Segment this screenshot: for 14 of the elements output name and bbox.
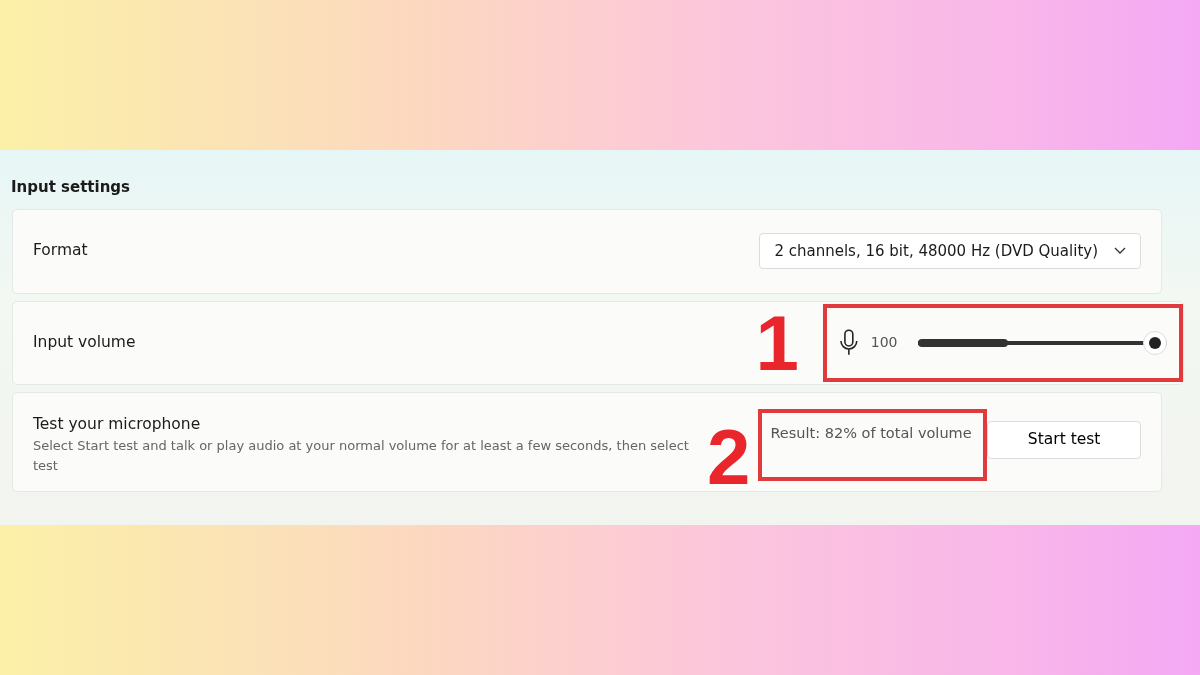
annotation-number: 2 [707, 417, 751, 496]
volume-reading: 100 [870, 333, 899, 352]
test-result: Result: 82% of total volume [770, 424, 972, 441]
microphone-icon [839, 328, 859, 357]
annotation-number: 1 [755, 303, 799, 382]
section-title: Input settings [11, 177, 131, 198]
slider-thumb[interactable] [1143, 330, 1167, 355]
setting-label: Format [33, 240, 88, 262]
chevron-down-icon [1114, 247, 1126, 255]
setting-label: Test your microphone [33, 413, 202, 435]
setting-label: Input volume [33, 331, 136, 353]
format-dropdown[interactable]: 2 channels, 16 bit, 48000 Hz (DVD Quality) [759, 232, 1141, 270]
start-test-button[interactable]: Start test [987, 420, 1141, 459]
setting-description: Select Start test and talk or play audio at your normal volume for at least a few seconds, then select test [33, 436, 690, 475]
